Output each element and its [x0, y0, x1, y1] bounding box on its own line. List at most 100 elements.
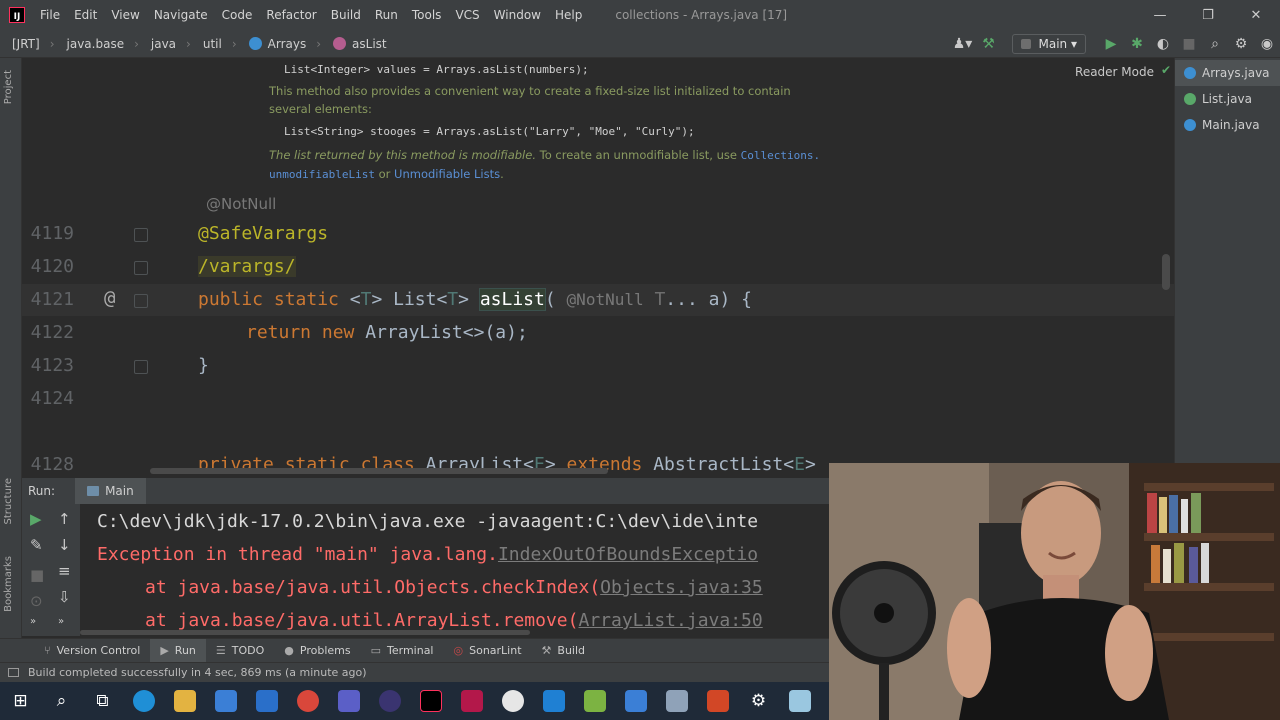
- project-tool-tab[interactable]: Project: [3, 70, 14, 104]
- override-gutter-icon[interactable]: @: [104, 287, 115, 309]
- fold-marker-icon[interactable]: [134, 261, 148, 275]
- fold-marker-icon[interactable]: [134, 294, 148, 308]
- doc-link-unmodifiable-list[interactable]: unmodifiableList: [269, 168, 375, 181]
- mail-icon[interactable]: [246, 682, 287, 720]
- doc-link-collections[interactable]: Collections.: [741, 149, 820, 162]
- status-message[interactable]: Build completed successfully in 4 sec, 8…: [28, 666, 367, 679]
- stop-icon[interactable]: ■: [30, 566, 44, 584]
- office-icon[interactable]: [697, 682, 738, 720]
- windows-start-icon[interactable]: ⊞: [0, 682, 41, 720]
- reader-mode-toggle[interactable]: Reader Mode: [1075, 65, 1154, 79]
- stack-trace-link[interactable]: ArrayList.java:50: [578, 610, 762, 631]
- tool-tab-version-control[interactable]: ⑂ Version Control: [34, 639, 150, 663]
- breadcrumb-util[interactable]: util ›: [191, 37, 237, 51]
- notepad-icon[interactable]: [574, 682, 615, 720]
- menu-code[interactable]: Code: [215, 0, 260, 30]
- console-output[interactable]: C:\dev\jdk\jdk-17.0.2\bin\java.exe -java…: [80, 504, 830, 636]
- close-button[interactable]: ✕: [1232, 0, 1280, 30]
- store-icon[interactable]: [205, 682, 246, 720]
- breadcrumb-jrt[interactable]: [JRT] ›: [0, 37, 55, 51]
- eclipse-icon[interactable]: [369, 682, 410, 720]
- horizontal-scrollbar[interactable]: [150, 468, 608, 474]
- breadcrumb-java[interactable]: java ›: [139, 37, 191, 51]
- menu-view[interactable]: View: [104, 0, 146, 30]
- minimize-button[interactable]: —: [1136, 0, 1184, 30]
- tool-tab-todo[interactable]: ☰ TODO: [206, 639, 274, 663]
- structure-tool-tab[interactable]: Structure: [3, 478, 14, 525]
- fold-marker-icon[interactable]: [134, 360, 148, 374]
- build-hammer-icon[interactable]: ⚒: [976, 36, 1002, 52]
- console-scrollbar[interactable]: [80, 630, 530, 635]
- stop-icon[interactable]: ■: [1176, 36, 1202, 52]
- tool-tab-label: TODO: [231, 644, 265, 657]
- toolbox-icon[interactable]: ◉: [1254, 36, 1280, 52]
- tool-tab-problems[interactable]: ● Problems: [274, 639, 360, 663]
- menu-help[interactable]: Help: [548, 0, 589, 30]
- method-name-aslist[interactable]: asList: [478, 288, 546, 311]
- menu-refactor[interactable]: Refactor: [259, 0, 323, 30]
- menu-build[interactable]: Build: [324, 0, 368, 30]
- stack-trace-link[interactable]: Objects.java:35: [600, 577, 763, 598]
- file-tab-main[interactable]: Main.java: [1175, 112, 1280, 138]
- search-icon[interactable]: ⌕: [41, 682, 82, 720]
- tool-tab-sonarlint[interactable]: ◎ SonarLint: [444, 639, 532, 663]
- teams-icon[interactable]: [328, 682, 369, 720]
- run-configuration-select[interactable]: Main ▾: [1011, 34, 1086, 54]
- wrench-icon[interactable]: ✎: [30, 536, 43, 554]
- line-number: 4119: [30, 223, 74, 244]
- menu-tools[interactable]: Tools: [405, 0, 449, 30]
- settings-gear-icon[interactable]: ⚙: [1228, 36, 1254, 52]
- scroll-up-icon[interactable]: ↑: [58, 510, 71, 528]
- search-icon[interactable]: ⌕: [1202, 36, 1228, 52]
- more-icon[interactable]: »: [58, 616, 64, 627]
- settings-gear-icon[interactable]: ⚙: [738, 682, 779, 720]
- intellij-ultimate-icon[interactable]: [451, 682, 492, 720]
- tool-tab-terminal[interactable]: ▭ Terminal: [361, 639, 444, 663]
- task-view-icon[interactable]: ⧉: [82, 682, 123, 720]
- breadcrumb-java-base[interactable]: java.base ›: [55, 37, 139, 51]
- coverage-icon[interactable]: ◐: [1150, 36, 1176, 52]
- user-icon[interactable]: ♟▾: [950, 36, 976, 52]
- scroll-to-end-icon[interactable]: ⇩: [58, 588, 71, 606]
- breadcrumb-aslist[interactable]: asList: [321, 37, 387, 51]
- menu-edit[interactable]: Edit: [67, 0, 104, 30]
- folded-varargs[interactable]: /varargs/: [198, 256, 296, 277]
- app-icon[interactable]: [779, 682, 820, 720]
- chrome-icon[interactable]: [287, 682, 328, 720]
- debug-icon[interactable]: ✱: [1124, 36, 1150, 52]
- calculator-icon[interactable]: [656, 682, 697, 720]
- file-tab-arrays[interactable]: Arrays.java: [1175, 60, 1280, 86]
- vertical-scrollbar[interactable]: [1162, 254, 1170, 290]
- menu-file[interactable]: File: [33, 0, 67, 30]
- doc-text: or: [374, 167, 395, 181]
- breadcrumb-arrays[interactable]: Arrays ›: [237, 37, 321, 51]
- restore-button[interactable]: ❐: [1184, 0, 1232, 30]
- edge-browser-icon[interactable]: [123, 682, 164, 720]
- scroll-down-icon[interactable]: ↓: [58, 536, 71, 554]
- file-tab-list[interactable]: List.java: [1175, 86, 1280, 112]
- doc-link-unmodifiable-lists[interactable]: Unmodifiable Lists: [394, 167, 500, 181]
- file-explorer-icon[interactable]: [164, 682, 205, 720]
- exception-link[interactable]: IndexOutOfBoundsExceptio: [498, 544, 758, 565]
- tool-tab-run[interactable]: ▶ Run: [150, 638, 206, 663]
- tool-tab-build[interactable]: ⚒ Build: [532, 639, 596, 663]
- menu-run[interactable]: Run: [368, 0, 405, 30]
- security-icon[interactable]: [615, 682, 656, 720]
- soft-wrap-icon[interactable]: ≡: [58, 562, 71, 580]
- intellij-icon[interactable]: [410, 682, 451, 720]
- sonarlint-icon: ◎: [453, 644, 464, 657]
- fold-marker-icon[interactable]: [134, 228, 148, 242]
- status-panel-icon[interactable]: [8, 668, 19, 677]
- vscode-icon[interactable]: [533, 682, 574, 720]
- menu-vcs[interactable]: VCS: [448, 0, 486, 30]
- bookmarks-tool-tab[interactable]: Bookmarks: [3, 556, 14, 612]
- menu-window[interactable]: Window: [487, 0, 548, 30]
- run-icon[interactable]: ▶: [1098, 36, 1124, 52]
- code-editor[interactable]: List<Integer> values = Arrays.asList(num…: [22, 58, 1174, 476]
- menu-navigate[interactable]: Navigate: [147, 0, 215, 30]
- more-icon[interactable]: »: [30, 616, 36, 627]
- rerun-icon[interactable]: ▶: [30, 510, 42, 528]
- obs-icon[interactable]: [492, 682, 533, 720]
- camera-icon[interactable]: ⊙: [30, 592, 43, 610]
- run-tab-main[interactable]: Main: [75, 478, 146, 504]
